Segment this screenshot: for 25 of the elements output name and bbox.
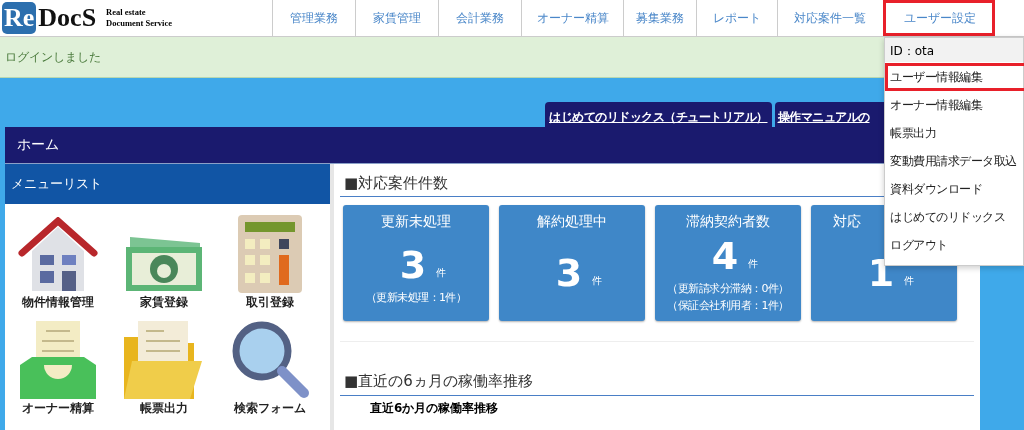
- logo-tagline: Real estate: [106, 7, 147, 18]
- count-unit: 件: [592, 274, 603, 288]
- menu-title: メニューリスト: [11, 175, 102, 193]
- case-count: 4: [711, 233, 739, 279]
- case-count: 3: [555, 250, 583, 296]
- card-note: （更新請求分滞納：0件）: [667, 281, 789, 296]
- notice-text: ログインしました: [5, 48, 101, 66]
- count-unit: 件: [436, 265, 447, 280]
- card-title: 滞納契約者数: [686, 213, 770, 231]
- card-title: 対応: [833, 213, 861, 231]
- case-count: 1: [867, 250, 895, 296]
- section-heading: ■直近の6ヵ月の稼働率推移: [340, 372, 974, 396]
- logo-mark: Re: [2, 2, 37, 34]
- card-note: （保証会社利用者：1件）: [667, 298, 789, 313]
- card-title: 更新未処理: [381, 213, 451, 231]
- user-id-label: ID：ota: [885, 38, 1023, 62]
- home-title: ホーム: [17, 136, 59, 154]
- count-unit: 件: [748, 257, 759, 271]
- logo-tagline: Document Service: [106, 18, 172, 29]
- logo-name: DocS: [38, 3, 97, 33]
- card-title: 解約処理中: [537, 213, 607, 231]
- card-note: （更新未処理：1件）: [365, 289, 467, 305]
- chart-title: 直近6か月の稼働率推移: [369, 400, 500, 417]
- count-unit: 件: [904, 274, 915, 288]
- case-count: 3: [399, 241, 427, 288]
